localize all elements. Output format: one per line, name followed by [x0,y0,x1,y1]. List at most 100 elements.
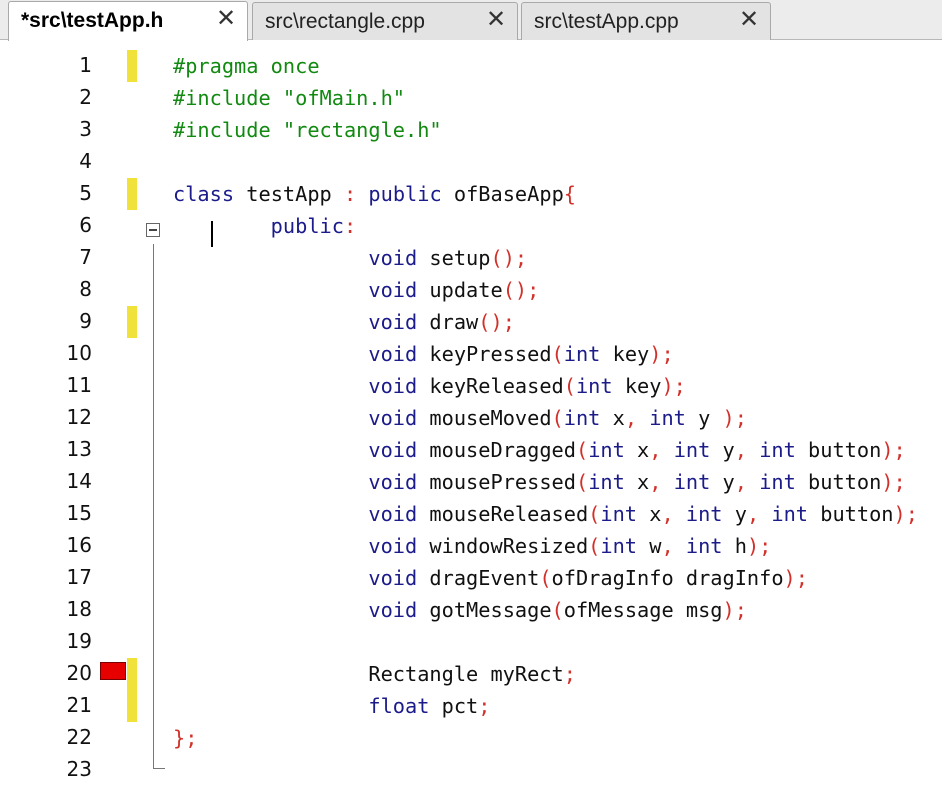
line-number: 6 [79,213,92,237]
code-token: ofBaseApp [441,182,564,206]
code-token: mousePressed [417,470,576,494]
code-token: { [563,182,576,206]
code-line[interactable]: 5 class testApp : public ofBaseApp{ [0,178,942,210]
close-icon[interactable]: ✕ [485,8,507,32]
code-text: }; [173,726,197,750]
code-token: ); [881,470,906,494]
code-text: Rectangle myRect; [173,662,576,686]
code-line[interactable]: 14 void mousePressed(int x, int y, int b… [0,466,942,498]
code-token: (); [478,310,515,334]
code-token: void [173,342,418,366]
change-marker [127,306,137,338]
line-number: 18 [66,597,92,621]
line-number: 17 [66,565,92,589]
bookmark-marker-icon[interactable] [100,662,126,680]
code-token: button [795,470,882,494]
code-line[interactable]: 10 void keyPressed(int key); [0,338,942,370]
code-editor[interactable]: 2 3 22}; 21 float pct; 20 Rectangle myRect; 1… [0,41,942,781]
tab-rectangle-cpp[interactable]: src\rectangle.cpp ✕ [252,2,518,40]
code-text: void mousePressed(int x, int y, int butt… [173,470,906,494]
code-line[interactable]: 12 void mouseMoved(int x, int y ); [0,402,942,434]
code-text: void keyReleased(int key); [173,374,686,398]
line-number: 4 [79,149,92,173]
tab-testapp-h[interactable]: *src\testApp.h ✕ [8,1,248,41]
code-line[interactable]: 1 #pragma once [0,50,942,82]
change-marker [127,178,137,210]
code-token: int [649,406,686,430]
code-text: void keyPressed(int key); [173,342,673,366]
code-token: int [600,534,638,558]
code-text: void setup(); [173,246,527,270]
code-token: int [771,502,809,526]
code-token: windowResized [417,534,589,558]
code-token: Rectangle myRect [173,662,564,686]
code-token: int [588,470,625,494]
fold-toggle-icon[interactable] [146,223,160,237]
code-token: void [173,374,418,398]
code-line[interactable]: 15 void mouseReleased(int x, int y, int … [0,498,942,530]
code-line[interactable]: 4 [0,146,942,178]
code-token: void [173,278,418,302]
code-token: y [685,406,723,430]
code-token: dragEvent [417,566,540,590]
code-token: ; [478,694,491,718]
code-token: (); [490,246,528,270]
code-line[interactable]: 13 void mouseDragged(int x, int y, int b… [0,434,942,466]
line-number: 7 [79,245,92,269]
change-marker [127,658,137,690]
code-token: ); [661,374,686,398]
tab-label: src\rectangle.cpp [265,10,425,33]
line-number: 2 [79,85,92,109]
code-line[interactable]: 21 float pct; [0,690,942,722]
code-line[interactable]: 9 void draw(); [0,306,942,338]
close-icon[interactable]: ✕ [738,8,760,32]
line-number: 19 [66,629,92,653]
code-token: , [661,534,674,558]
code-line[interactable]: 17 void dragEvent(ofDragInfo dragInfo); [0,562,942,594]
code-token: #include "ofMain.h" [173,86,405,110]
code-line[interactable]: 18 void gotMessage(ofMessage msg); [0,594,942,626]
code-token: public [173,214,344,238]
code-line[interactable]: 6 public: [0,210,942,242]
code-text: #pragma once [173,54,320,78]
close-icon[interactable]: ✕ [215,7,237,31]
line-number: 3 [79,117,92,141]
code-line[interactable]: 22}; [0,722,942,754]
code-line[interactable]: 20 Rectangle myRect; [0,658,942,690]
code-token: ( [539,566,552,590]
code-line[interactable]: 19 [0,626,942,658]
code-line[interactable]: 7 void setup(); [0,242,942,274]
code-token: key [612,374,662,398]
code-line[interactable]: 23 [0,754,942,786]
tab-bar: *src\testApp.h ✕ src\rectangle.cpp ✕ src… [0,0,942,41]
code-token: x [624,470,650,494]
code-token: int [673,470,711,494]
code-token: button [795,438,882,462]
code-line[interactable]: 8 void update(); [0,274,942,306]
change-marker [127,690,137,722]
code-token: ); [746,534,772,558]
code-line[interactable]: 16 void windowResized(int w, int h); [0,530,942,562]
code-token: setup [417,246,491,270]
line-number: 13 [66,437,92,461]
code-token: mouseMoved [417,406,552,430]
code-token: ); [722,598,747,622]
line-number: 11 [66,373,92,397]
code-token: class [173,182,235,206]
code-token: int [673,438,711,462]
code-token: draw [417,310,479,334]
code-line[interactable]: 2 #include "ofMain.h" [0,82,942,114]
code-line[interactable]: 3 #include "rectangle.h" [0,114,942,146]
code-token: int [759,470,796,494]
code-line[interactable]: 11 void keyReleased(int key); [0,370,942,402]
code-text: public: [173,214,357,238]
code-token: gotMessage [417,598,552,622]
tab-testapp-cpp[interactable]: src\testApp.cpp ✕ [521,2,771,40]
code-text: void mouseMoved(int x, int y ); [173,406,747,430]
